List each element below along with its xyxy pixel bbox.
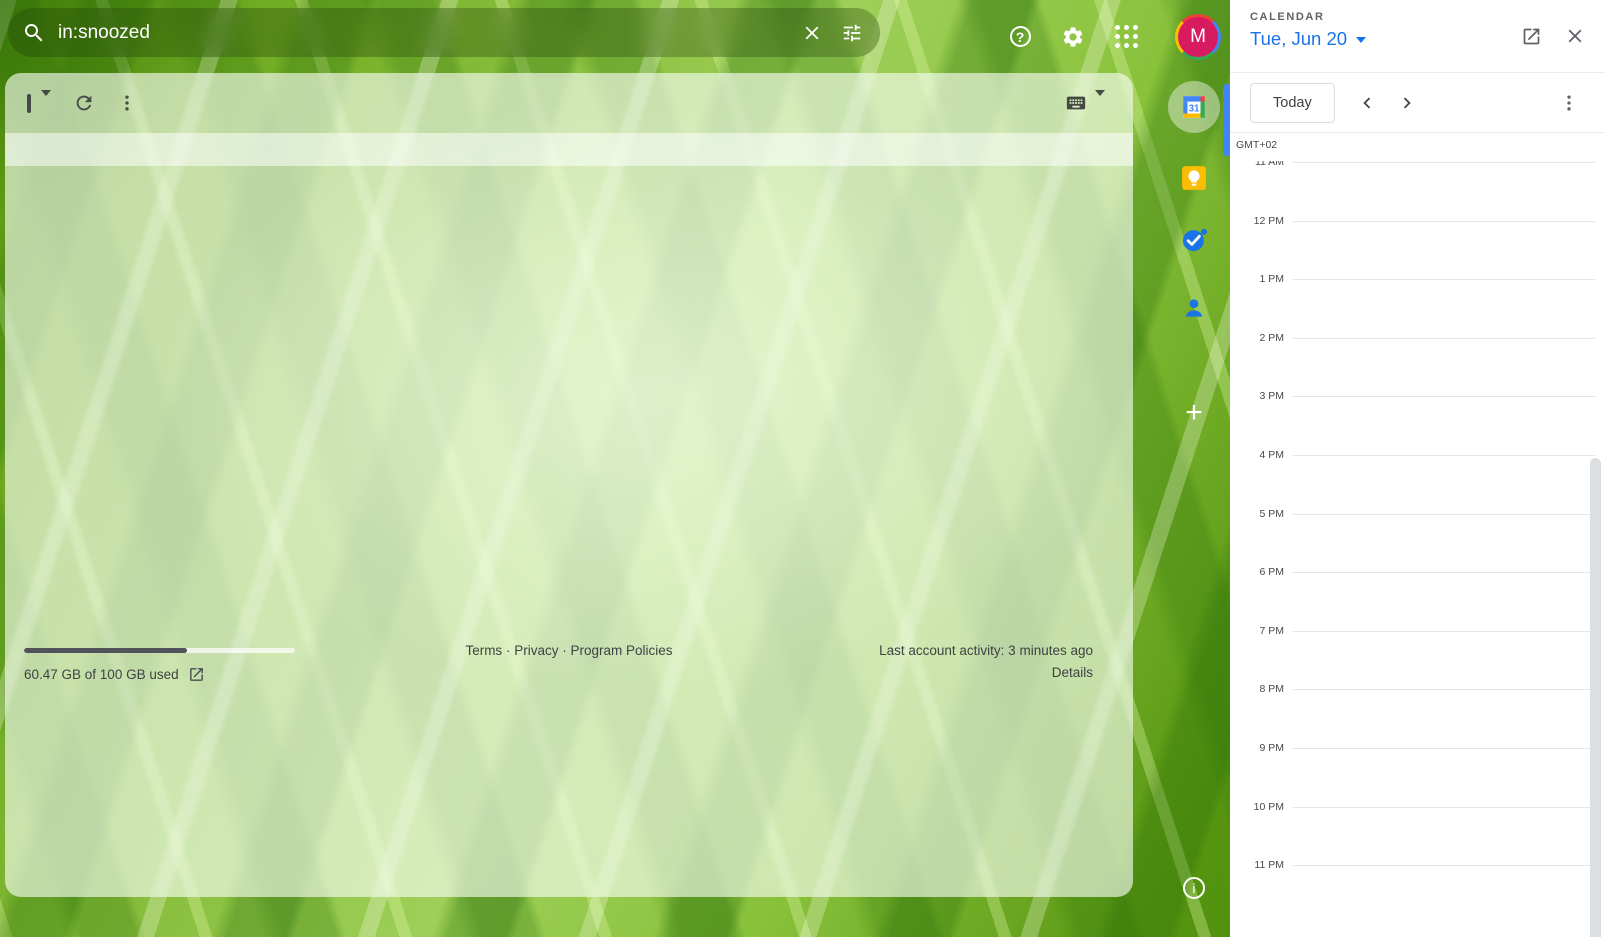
- hour-line: [1293, 514, 1595, 515]
- search-input[interactable]: [54, 22, 792, 44]
- hour-line: [1293, 455, 1595, 456]
- refresh-icon: [73, 92, 95, 114]
- calendar-date-label: Tue, Jun 20: [1250, 28, 1347, 50]
- side-panel-info-button[interactable]: i: [1170, 864, 1218, 912]
- hour-line: [1293, 748, 1595, 749]
- hour-line: [1293, 221, 1595, 222]
- google-calendar-icon: 31: [1181, 94, 1207, 120]
- next-day-button[interactable]: [1387, 83, 1427, 123]
- separator: ·: [506, 643, 511, 658]
- hour-label: 8 PM: [1230, 682, 1284, 696]
- program-policies-link[interactable]: Program Policies: [571, 643, 673, 658]
- open-in-new-icon: [188, 666, 205, 683]
- help-button[interactable]: ?: [1000, 17, 1040, 57]
- calendar-hour-grid: GMT+02 11 AM 12 PM 1 PM 2 PM 3 PM 4 PM 5 PM 6 P…: [1230, 133, 1605, 937]
- google-contacts-icon: [1181, 295, 1207, 321]
- mail-list-panel: 60.47 GB of 100 GB used Terms · Privacy …: [5, 73, 1133, 897]
- hour-label: 3 PM: [1230, 389, 1284, 403]
- mail-toolbar: [5, 73, 1133, 133]
- clear-search-icon[interactable]: [792, 13, 832, 53]
- hour-label: 4 PM: [1230, 448, 1284, 462]
- gear-icon: [1061, 25, 1085, 49]
- separator: ·: [562, 643, 567, 658]
- add-side-panel-app-button[interactable]: +: [1170, 389, 1218, 437]
- empty-message-row: [5, 133, 1133, 166]
- keyboard-icon: [1065, 92, 1087, 114]
- settings-button[interactable]: [1053, 17, 1093, 57]
- hour-label: 10 PM: [1230, 800, 1284, 814]
- hour-line: [1293, 865, 1595, 866]
- sidebar-item-keep[interactable]: [1170, 154, 1218, 202]
- today-button[interactable]: Today: [1250, 83, 1335, 123]
- calendar-scrollbar[interactable]: [1590, 458, 1601, 937]
- hour-line: [1293, 807, 1595, 808]
- close-panel-button[interactable]: [1557, 18, 1593, 54]
- google-keep-icon: [1181, 165, 1207, 191]
- hour-label: 1 PM: [1230, 272, 1284, 286]
- select-dropdown-icon[interactable]: [41, 96, 51, 111]
- more-options-button[interactable]: [117, 93, 137, 113]
- input-tools-button[interactable]: [1065, 92, 1087, 114]
- hour-line: [1293, 279, 1595, 280]
- hour-label: 9 PM: [1230, 741, 1284, 755]
- side-panel-app-strip: 31 + i: [1158, 0, 1230, 937]
- hour-line: [1293, 162, 1595, 163]
- close-icon: [1564, 25, 1586, 47]
- calendar-date-selector[interactable]: Tue, Jun 20: [1250, 28, 1366, 50]
- svg-text:31: 31: [1189, 103, 1200, 114]
- plus-icon: +: [1185, 398, 1203, 428]
- hour-line: [1293, 689, 1595, 690]
- hour-line: [1293, 396, 1595, 397]
- storage-text: 60.47 GB of 100 GB used: [24, 667, 179, 682]
- more-vertical-icon: [1559, 93, 1579, 113]
- search-icon[interactable]: [14, 13, 54, 53]
- activity-details-link[interactable]: Details: [1052, 665, 1093, 680]
- search-bar[interactable]: [8, 8, 880, 57]
- help-icon: ?: [1010, 26, 1031, 47]
- chevron-right-icon: [1396, 92, 1418, 114]
- hour-line: [1293, 572, 1595, 573]
- open-in-new-tab-button[interactable]: [1513, 18, 1549, 54]
- panel-app-label: CALENDAR: [1250, 11, 1366, 23]
- terms-link[interactable]: Terms: [465, 643, 502, 658]
- hour-label: 7 PM: [1230, 624, 1284, 638]
- hour-line: [1293, 338, 1595, 339]
- manage-storage-button[interactable]: [188, 666, 205, 683]
- privacy-link[interactable]: Privacy: [514, 643, 558, 658]
- calendar-side-panel: CALENDAR Tue, Jun 20 Today GMT+02: [1230, 0, 1605, 937]
- google-apps-button[interactable]: [1106, 17, 1146, 57]
- refresh-button[interactable]: [73, 92, 95, 114]
- hour-label: 2 PM: [1230, 331, 1284, 345]
- hour-label: 5 PM: [1230, 507, 1284, 521]
- sidebar-item-tasks[interactable]: [1170, 216, 1218, 264]
- hour-line: [1293, 631, 1595, 632]
- date-dropdown-arrow-icon: [1356, 37, 1366, 43]
- calendar-header: CALENDAR Tue, Jun 20: [1230, 0, 1605, 73]
- hour-label: 11 AM: [1230, 155, 1284, 169]
- google-tasks-icon: [1180, 226, 1208, 254]
- calendar-nav-row: Today: [1230, 73, 1605, 133]
- sidebar-item-calendar[interactable]: 31: [1170, 83, 1218, 131]
- account-activity: Last account activity: 3 minutes ago Det…: [879, 643, 1093, 680]
- chevron-left-icon: [1356, 92, 1378, 114]
- input-tools-dropdown-icon[interactable]: [1095, 96, 1105, 111]
- active-app-indicator: [1223, 84, 1230, 156]
- apps-grid-icon: [1115, 25, 1138, 48]
- open-in-new-icon: [1521, 26, 1542, 47]
- last-activity-text: Last account activity: 3 minutes ago: [879, 643, 1093, 658]
- search-options-icon[interactable]: [832, 13, 872, 53]
- calendar-options-button[interactable]: [1549, 83, 1589, 123]
- hour-label: 11 PM: [1230, 858, 1284, 872]
- hour-label: 6 PM: [1230, 565, 1284, 579]
- more-vertical-icon: [117, 93, 137, 113]
- gmail-topbar: ? M: [0, 0, 1230, 73]
- gmt-offset-label: GMT+02: [1236, 139, 1280, 153]
- info-icon: i: [1183, 877, 1205, 899]
- select-all-checkbox[interactable]: [27, 96, 31, 111]
- hour-label: 12 PM: [1230, 214, 1284, 228]
- previous-day-button[interactable]: [1347, 83, 1387, 123]
- sidebar-item-contacts[interactable]: [1170, 284, 1218, 332]
